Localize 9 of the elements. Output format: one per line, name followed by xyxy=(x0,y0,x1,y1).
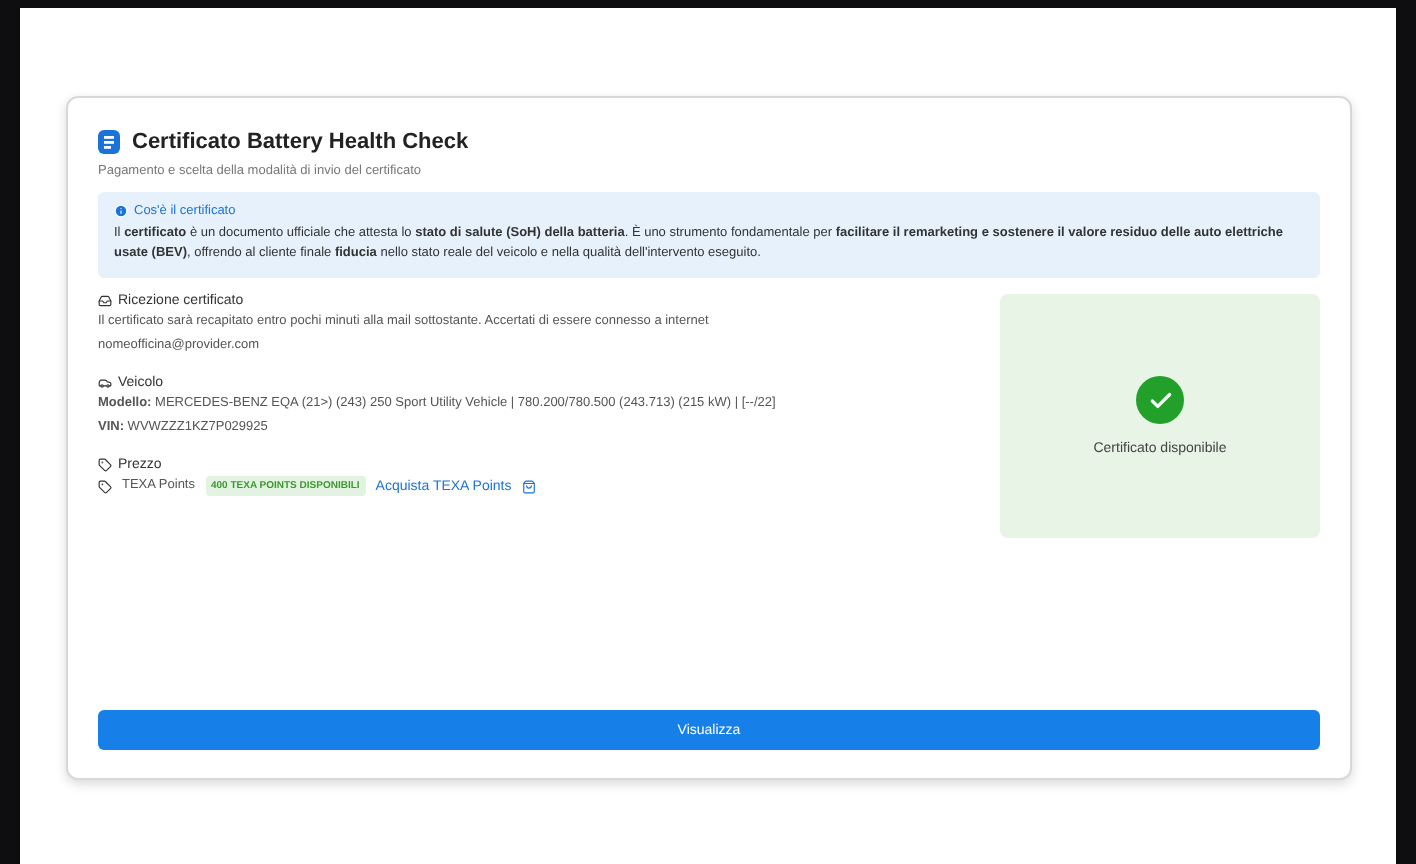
info-icon xyxy=(114,204,128,218)
bag-icon xyxy=(521,479,536,493)
tag-icon xyxy=(98,479,112,493)
car-icon xyxy=(98,376,112,390)
document-icon xyxy=(98,130,120,154)
check-icon xyxy=(1136,376,1184,424)
inbox-icon xyxy=(98,294,112,308)
card-title: Certificato Battery Health Check xyxy=(132,130,469,154)
tag-icon xyxy=(98,458,112,472)
